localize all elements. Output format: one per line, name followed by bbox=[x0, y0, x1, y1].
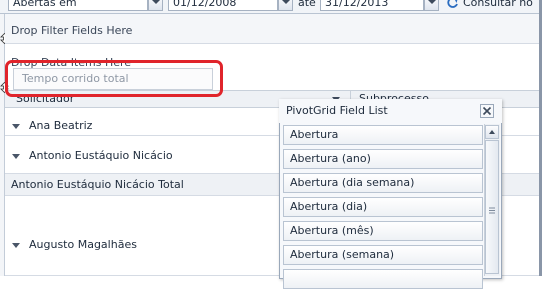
field-list-item[interactable]: Abertura (mês) bbox=[283, 221, 483, 241]
field-list-item[interactable]: Abertura (dia) bbox=[283, 197, 483, 217]
date-to-dropdown-icon[interactable] bbox=[424, 0, 439, 11]
row-label: Augusto Magalhães bbox=[29, 238, 137, 251]
status-select[interactable]: Abertas em bbox=[8, 0, 148, 11]
field-list-item[interactable]: Abertura (semana) bbox=[283, 245, 483, 265]
chevron-down-icon[interactable] bbox=[12, 243, 20, 248]
date-to-input[interactable]: 31/12/2013 bbox=[320, 0, 424, 11]
refresh-icon bbox=[447, 0, 458, 8]
field-list-item[interactable]: Abertura (ano) bbox=[283, 149, 483, 169]
highlight-annotation bbox=[5, 60, 223, 97]
filter-toolbar: Abertas em 01/12/2008 até 31/12/2013 Con… bbox=[0, 0, 542, 14]
consult-button-label: Consultar no bbox=[463, 0, 533, 9]
status-select-dropdown-icon[interactable] bbox=[148, 0, 163, 11]
field-list-item[interactable]: Abertura (dia semana) bbox=[283, 173, 483, 193]
chevron-down-icon[interactable] bbox=[12, 124, 20, 129]
close-icon[interactable] bbox=[480, 104, 494, 118]
row-total-label: Antonio Eustáquio Nicácio Total bbox=[11, 178, 184, 191]
date-from-input[interactable]: 01/12/2008 bbox=[168, 0, 278, 11]
field-list-title[interactable]: PivotGrid Field List bbox=[279, 99, 502, 123]
row-label: Ana Beatriz bbox=[29, 119, 93, 132]
date-separator-label: até bbox=[298, 0, 316, 9]
field-list-item-partial[interactable] bbox=[283, 269, 483, 289]
scroll-up-arrow-icon[interactable] bbox=[485, 125, 499, 139]
scroll-grip-icon bbox=[489, 207, 495, 214]
field-list-item[interactable]: Abertura bbox=[283, 125, 483, 145]
filter-drop-area-label: Drop Filter Fields Here bbox=[11, 24, 133, 37]
chevron-down-icon[interactable] bbox=[12, 154, 20, 159]
date-from-dropdown-icon[interactable] bbox=[278, 0, 293, 11]
row-label: Antonio Eustáquio Nicácio bbox=[29, 149, 173, 162]
